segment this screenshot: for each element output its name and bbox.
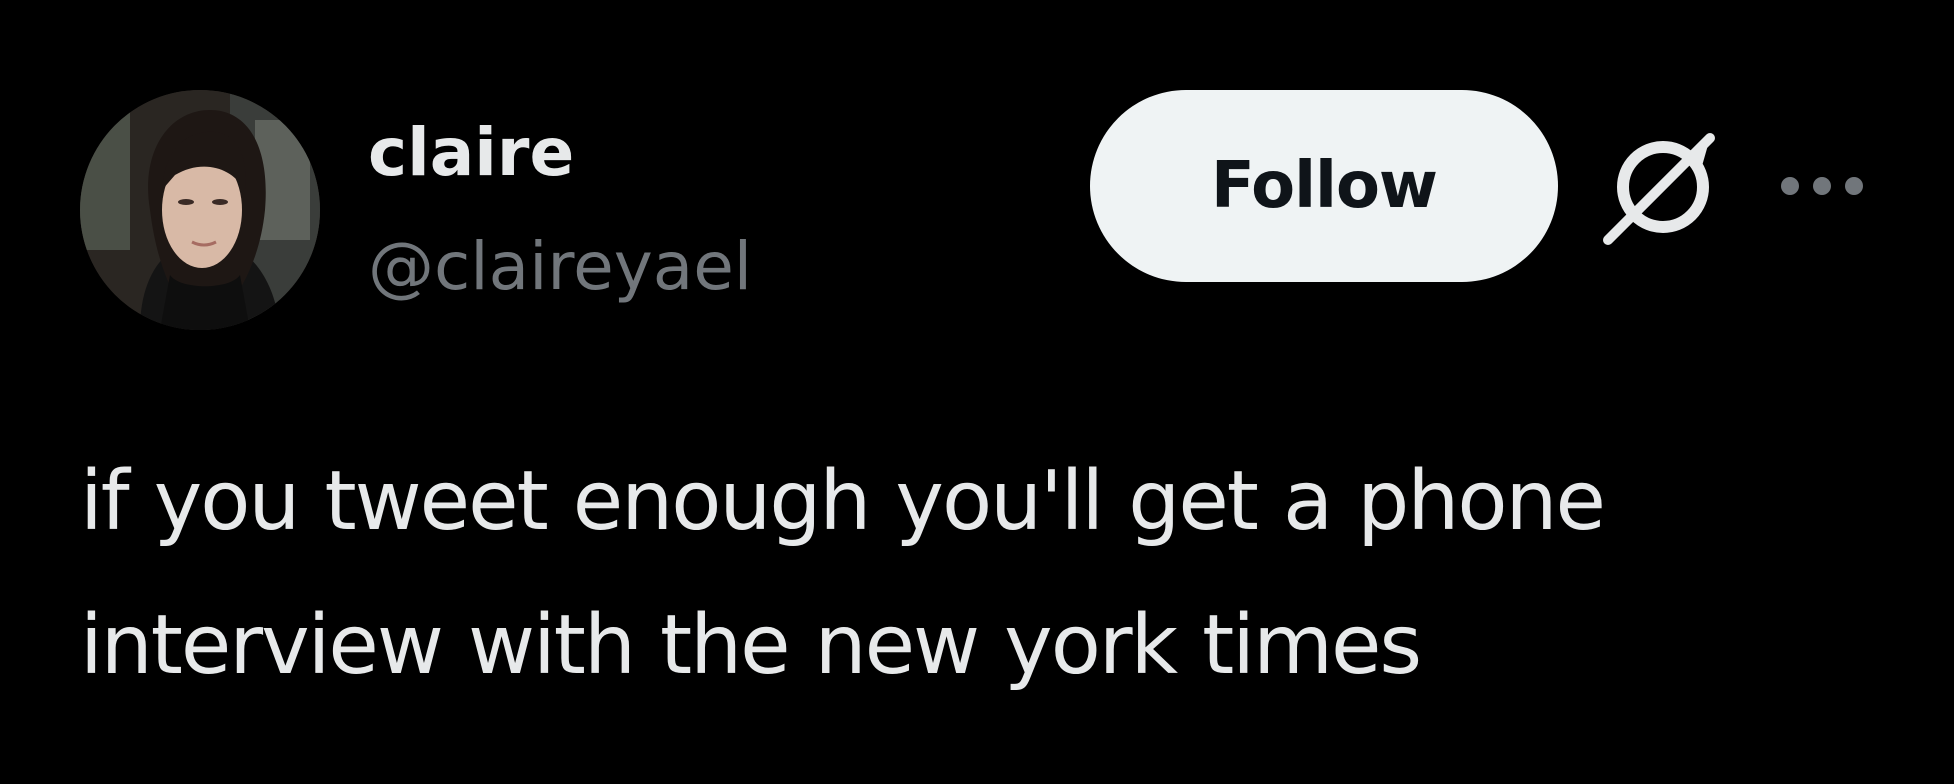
follow-button[interactable]: Follow xyxy=(1090,90,1558,282)
grok-slash-icon xyxy=(1603,133,1715,245)
ellipsis-icon xyxy=(1781,177,1863,195)
tweet-text: if you tweet enough you'll get a phone i… xyxy=(80,454,1606,693)
follow-button-label: Follow xyxy=(1210,149,1438,223)
user-handle[interactable]: @claireyael xyxy=(368,222,752,312)
avatar-photo-icon xyxy=(80,90,320,330)
grok-icon[interactable] xyxy=(1598,122,1728,252)
more-options-icon[interactable] xyxy=(1772,158,1872,214)
tweet-card: claire @claireyael Follow if you tweet e… xyxy=(0,0,1954,784)
avatar[interactable] xyxy=(80,90,320,330)
display-name[interactable]: claire xyxy=(368,108,574,198)
